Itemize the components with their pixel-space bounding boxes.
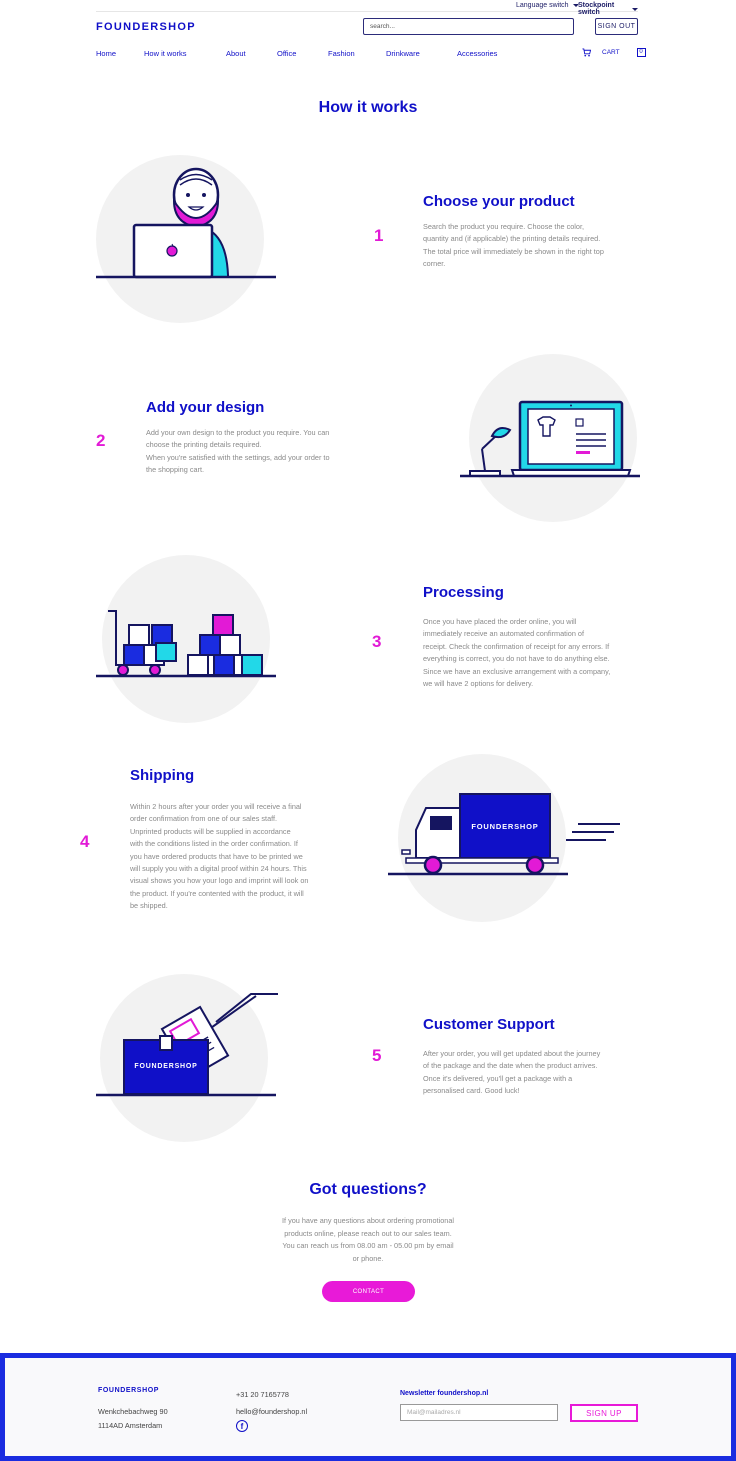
cart-icon <box>582 48 591 57</box>
cart-count-badge: 0 <box>636 48 646 57</box>
monitor-lamp-illustration <box>460 354 640 522</box>
text-line: be shipped. <box>130 901 168 911</box>
footer-phone[interactable]: +31 20 7165778 <box>236 1390 289 1399</box>
text-line: The total price will immediately be show… <box>423 246 604 256</box>
truck-brand-label: FOUNDERSHOP <box>471 822 539 831</box>
text-line: Once it's delivered, you'll get a packag… <box>423 1073 573 1083</box>
step-number: 2 <box>96 431 106 450</box>
step-number: 5 <box>372 1046 382 1065</box>
text-line: receipt. Check the confirmation of recei… <box>423 641 610 651</box>
nav-item-about[interactable]: About <box>226 49 246 58</box>
text-line: you have ordered products that have to b… <box>130 851 303 861</box>
page-title: How it works <box>318 99 418 116</box>
nav-item-fashion[interactable]: Fashion <box>328 49 355 58</box>
text-line: or phone. <box>352 1253 384 1263</box>
footer-street: Wenkchebachweg 90 <box>98 1407 168 1416</box>
text-line: visual shows you how your logo and impri… <box>130 876 309 886</box>
step-title: Choose your product <box>423 193 575 210</box>
text-line: will supply you with a digital proof wit… <box>130 864 307 874</box>
text-line: Search the product you require. Choose t… <box>423 222 585 231</box>
text-line: corner. <box>423 259 446 269</box>
text-line: Within 2 hours after your order you will… <box>130 802 302 811</box>
site-footer: FOUNDERSHOP Wenkchebachweg 90 1114AD Ams… <box>0 1353 736 1461</box>
step-number: 1 <box>374 226 384 245</box>
search-input[interactable] <box>363 18 574 35</box>
truck-graphic <box>388 754 620 922</box>
text-line: the shopping cart. <box>146 465 205 475</box>
questions-title: Got questions? <box>309 1181 427 1198</box>
text-line: Since we have an exclusive arrangement w… <box>423 666 611 676</box>
truck-illustration: FOUNDERSHOP <box>388 754 628 924</box>
laptop-person-illustration <box>96 155 276 323</box>
site-logo[interactable]: FOUNDERSHOP <box>96 21 196 33</box>
nav-item-accessories[interactable]: Accessories <box>457 49 497 58</box>
language-switch[interactable]: Language switch <box>516 2 579 9</box>
main-nav: Home How it works About Office Fashion D… <box>96 48 646 61</box>
text-line: choose the printing details required. <box>146 440 262 450</box>
text-line: of the package and the date when the pro… <box>423 1061 598 1071</box>
facebook-icon[interactable]: f <box>236 1420 248 1432</box>
chevron-down-icon <box>632 7 638 11</box>
step-title: Shipping <box>130 767 195 784</box>
newsletter-title: Newsletter foundershop.nl <box>400 1390 489 1397</box>
box-brand-label: FOUNDERSHOP <box>134 1063 198 1070</box>
newsletter-signup-button[interactable]: SIGN UP <box>570 1404 638 1422</box>
nav-item-drinkware[interactable]: Drinkware <box>386 49 420 58</box>
step-number: 4 <box>80 832 90 851</box>
contact-button[interactable]: CONTACT <box>322 1281 415 1302</box>
step-number: 3 <box>372 632 382 651</box>
text-line: products online, please reach out to our… <box>284 1228 452 1238</box>
text-line: If you have any questions about ordering… <box>282 1216 454 1225</box>
text-line: Add your own design to the product you r… <box>146 428 330 437</box>
step-title: Processing <box>423 584 504 601</box>
footer-logo[interactable]: FOUNDERSHOP <box>98 1387 159 1394</box>
newsletter-email-input[interactable] <box>400 1404 558 1421</box>
text-line: with the conditions listed in the order … <box>130 839 298 849</box>
step-title: Customer Support <box>423 1016 555 1033</box>
step-title: Add your design <box>146 399 265 416</box>
sign-out-button[interactable]: SIGN OUT <box>595 18 638 35</box>
text-line: quantity and (if applicable) the printin… <box>423 234 601 244</box>
text-line: order confirmation from one of our sales… <box>130 814 278 824</box>
questions-description: If you have any questions about ordering… <box>263 1215 473 1265</box>
step-description: Within 2 hours after your order you will… <box>130 801 350 913</box>
step-description: Once you have placed the order online, y… <box>423 616 648 690</box>
nav-item-how-it-works[interactable]: How it works <box>144 49 187 58</box>
nav-item-office[interactable]: Office <box>277 49 296 58</box>
text-line: Unprinted products will be supplied in a… <box>130 826 291 836</box>
nav-item-home[interactable]: Home <box>96 49 116 58</box>
cart-label: CART <box>602 49 620 56</box>
step-description: After your order, you will get updated a… <box>423 1048 648 1098</box>
package-graphic <box>96 974 278 1142</box>
text-line: personalised card. Good luck! <box>423 1086 520 1096</box>
boxes-cart-illustration <box>96 555 276 723</box>
text-line: immediately receive an automated confirm… <box>423 629 585 639</box>
text-line: the product. If you're contented with th… <box>130 888 304 898</box>
language-switch-label: Language switch <box>516 2 569 9</box>
site-header: FOUNDERSHOP SIGN OUT <box>96 14 638 44</box>
text-line: everything is correct, you do not have t… <box>423 654 610 664</box>
footer-city: 1114AD Amsterdam <box>98 1421 163 1430</box>
text-line: we will have 2 options for delivery. <box>423 679 534 689</box>
cart-link[interactable]: CART 0 <box>582 48 646 57</box>
step-description: Search the product you require. Choose t… <box>423 221 643 271</box>
step-description: Add your own design to the product you r… <box>146 427 366 477</box>
top-utility-bar: Language switch Stockpoint switch <box>96 0 638 16</box>
text-line: After your order, you will get updated a… <box>423 1049 601 1058</box>
package-illustration: FOUNDERSHOP <box>96 974 278 1144</box>
text-line: When you're satisfied with the settings,… <box>146 452 330 462</box>
footer-email[interactable]: hello@foundershop.nl <box>236 1407 307 1416</box>
text-line: Once you have placed the order online, y… <box>423 617 577 626</box>
text-line: You can reach us from 08.00 am - 05.00 p… <box>282 1241 454 1250</box>
